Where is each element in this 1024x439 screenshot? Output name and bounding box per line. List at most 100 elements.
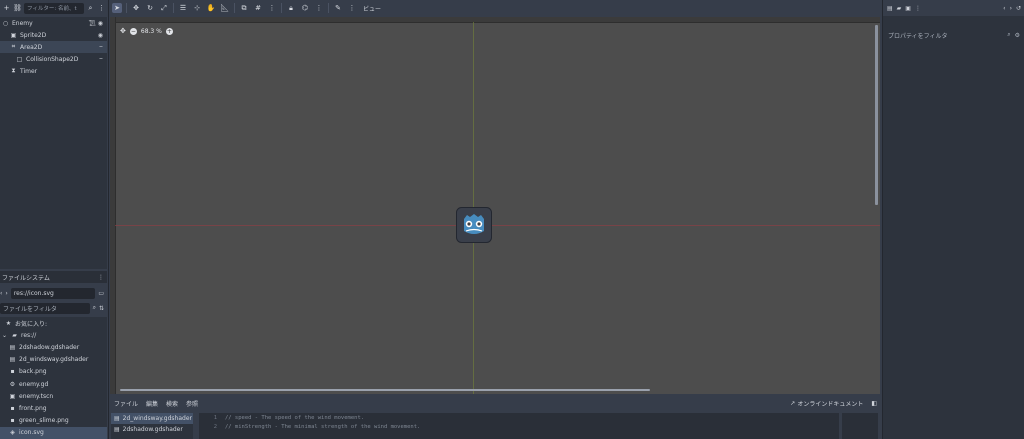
vertical-scrollbar[interactable] (875, 25, 878, 205)
skeleton-icon[interactable]: ⋮ (314, 3, 324, 13)
add-node-icon[interactable]: + (2, 4, 11, 13)
zoom-in-icon[interactable]: + (165, 27, 173, 35)
scene-file-icon: ▣ (9, 392, 16, 400)
tree-node-label: Enemy (12, 19, 33, 27)
lock-icon[interactable]: 🔒︎ (286, 3, 296, 13)
file-filter-input[interactable]: ファイルをフィルタ (0, 302, 90, 314)
root-folder-row[interactable]: ⌄ ▰ res:// (0, 329, 107, 341)
history-icon[interactable]: ↺ (1016, 5, 1021, 12)
image-file-icon: ▪ (10, 417, 15, 425)
code-line: 1 // speed - The speed of the wind moveme… (199, 413, 839, 422)
property-filter-input[interactable]: プロパティをフィルタ (885, 31, 1007, 40)
zoom-level[interactable]: 68.3 % (141, 28, 162, 35)
canvas-viewport[interactable]: ✥ − 68.3 % + (110, 17, 880, 394)
file-name: 2d_windsway.gdshader (19, 356, 89, 364)
ruler-tool-icon[interactable]: 📐︎ (220, 3, 230, 13)
chevron-down-icon[interactable]: ⌄ (1, 332, 8, 339)
tree-node-sprite2d[interactable]: ▣ Sprite2D ◉ (0, 29, 107, 41)
new-resource-icon[interactable]: ▤ (887, 5, 893, 12)
menu-reference[interactable]: 参照 (186, 399, 198, 408)
file-row[interactable]: ▤ 2dshadow.gdshader (0, 341, 107, 353)
horizontal-scrollbar[interactable] (120, 389, 650, 391)
file-row[interactable]: ⚙ enemy.gd (0, 378, 107, 390)
scene-filter-input[interactable]: フィルター: 名前、t (24, 2, 84, 14)
menu-dots-icon[interactable]: ⋮ (98, 274, 104, 281)
signal-icon[interactable]: ⌣ (99, 55, 103, 63)
snap-toggle-icon[interactable]: ⧉ (239, 3, 249, 13)
godot-icon-sprite[interactable] (456, 207, 492, 243)
favorites-row[interactable]: ★ お気に入り: (0, 317, 107, 329)
online-docs-link[interactable]: オンラインドキュメント (797, 399, 863, 408)
shader-file-icon: ▤ (114, 415, 120, 422)
grid-toggle-icon[interactable]: # (253, 3, 263, 13)
tree-node-label: Sprite2D (20, 31, 47, 39)
file-row-selected[interactable]: ◈ icon.svg (0, 426, 107, 439)
code-minimap[interactable] (842, 413, 878, 439)
timer-icon: ⧗ (11, 67, 16, 74)
menu-edit[interactable]: 編集 (146, 399, 158, 408)
scale-tool-icon[interactable]: ⤢ (159, 3, 169, 13)
file-row[interactable]: ▪ green_slime.png (0, 415, 107, 427)
pan-tool-icon[interactable]: ✋ (206, 3, 216, 13)
tree-node-timer[interactable]: ⧗ Timer (0, 65, 107, 77)
file-list: ★ お気に入り: ⌄ ▰ res:// ▤ 2dshadow.gdshader ▤… (0, 317, 107, 439)
canvas-toolbar: ➤ ✥ ↻ ⤢ ☰ ⊹ ✋ 📐︎ ⧉ # ⋮ 🔒︎ ⌬ ⋮ ✎ ⋮ ビュー (109, 0, 881, 16)
eye-icon[interactable]: ◉ (98, 32, 103, 39)
link-icon[interactable]: ⛓ (13, 4, 22, 13)
file-row[interactable]: ▣ enemy.tscn (0, 390, 107, 402)
image-file-icon: ▪ (10, 404, 15, 412)
divider (281, 3, 282, 13)
open-folder-icon[interactable]: ▰ (897, 5, 902, 12)
menu-dots-icon[interactable]: ⋮ (915, 5, 921, 12)
scene-tree: ○ Enemy 📜︎ ◉ ▣ Sprite2D ◉ ⌗ Area2D ⌣ □ C… (0, 17, 107, 269)
tree-node-collisionshape2d[interactable]: □ CollisionShape2D ⌣ (0, 53, 107, 65)
code-editor[interactable]: 1 // speed - The speed of the wind moveme… (199, 413, 839, 439)
settings-icon[interactable]: ⚙ (1015, 32, 1020, 39)
zoom-out-icon[interactable]: − (129, 27, 137, 35)
more-options-icon[interactable]: ⋮ (347, 3, 357, 13)
file-name: 2dshadow.gdshader (19, 343, 80, 351)
menu-file[interactable]: ファイル (114, 399, 138, 408)
group-icon[interactable]: ⌬ (300, 3, 310, 13)
signal-icon[interactable]: ⌣ (99, 43, 103, 51)
back-arrow-icon[interactable]: ‹ (0, 290, 2, 297)
panel-toggle-icon[interactable]: ◧ (871, 400, 877, 407)
sort-icon[interactable]: ⇅ (99, 305, 104, 312)
favorites-label: お気に入り: (15, 320, 48, 328)
menu-dots-icon[interactable]: ⋮ (97, 4, 106, 13)
search-icon[interactable]: ⌕ (86, 4, 95, 13)
script-item[interactable]: ▤ 2d_windsway.gdshader (111, 413, 193, 424)
forward-arrow-icon[interactable]: › (1010, 5, 1012, 12)
script-name: 2dshadow.gdshader (122, 426, 183, 433)
search-icon[interactable]: ⌕ (1007, 31, 1010, 39)
select-tool-icon[interactable]: ➤ (112, 3, 122, 13)
code-text: // speed - The speed of the wind movemen… (225, 414, 365, 421)
script-icon[interactable]: 📜︎ ◉ (88, 20, 103, 27)
tree-node-enemy[interactable]: ○ Enemy 📜︎ ◉ (0, 17, 107, 29)
back-arrow-icon[interactable]: ‹ (1003, 5, 1005, 12)
bone-tool-icon[interactable]: ✎ (333, 3, 343, 13)
move-icon[interactable]: ✥ (120, 27, 126, 35)
file-name: back.png (19, 368, 47, 376)
split-view-icon[interactable]: ▭ (98, 290, 104, 297)
forward-arrow-icon[interactable]: › (5, 290, 7, 297)
search-icon[interactable]: ⌕ (93, 304, 96, 312)
view-menu[interactable]: ビュー (363, 4, 381, 13)
move-tool-icon[interactable]: ✥ (131, 3, 141, 13)
script-name: 2d_windsway.gdshader (122, 415, 192, 422)
file-row[interactable]: ▪ front.png (0, 402, 107, 414)
file-row[interactable]: ▪ back.png (0, 366, 107, 378)
scene-toolbar: + ⛓ フィルター: 名前、t ⌕ ⋮ (0, 0, 108, 16)
path-field[interactable]: res://icon.svg (10, 287, 96, 299)
external-link-icon[interactable]: ↗ (790, 400, 795, 407)
pivot-tool-icon[interactable]: ⊹ (192, 3, 202, 13)
tree-node-area2d[interactable]: ⌗ Area2D ⌣ (0, 41, 107, 53)
rotate-tool-icon[interactable]: ↻ (145, 3, 155, 13)
script-item[interactable]: ▤ 2dshadow.gdshader (111, 424, 193, 435)
snap-options-icon[interactable]: ⋮ (267, 3, 277, 13)
file-row[interactable]: ▤ 2d_windsway.gdshader (0, 354, 107, 366)
menu-search[interactable]: 検索 (166, 399, 178, 408)
list-select-icon[interactable]: ☰ (178, 3, 188, 13)
filesystem-title[interactable]: ファイルシステム (2, 273, 50, 282)
save-icon[interactable]: ▣ (905, 5, 911, 12)
